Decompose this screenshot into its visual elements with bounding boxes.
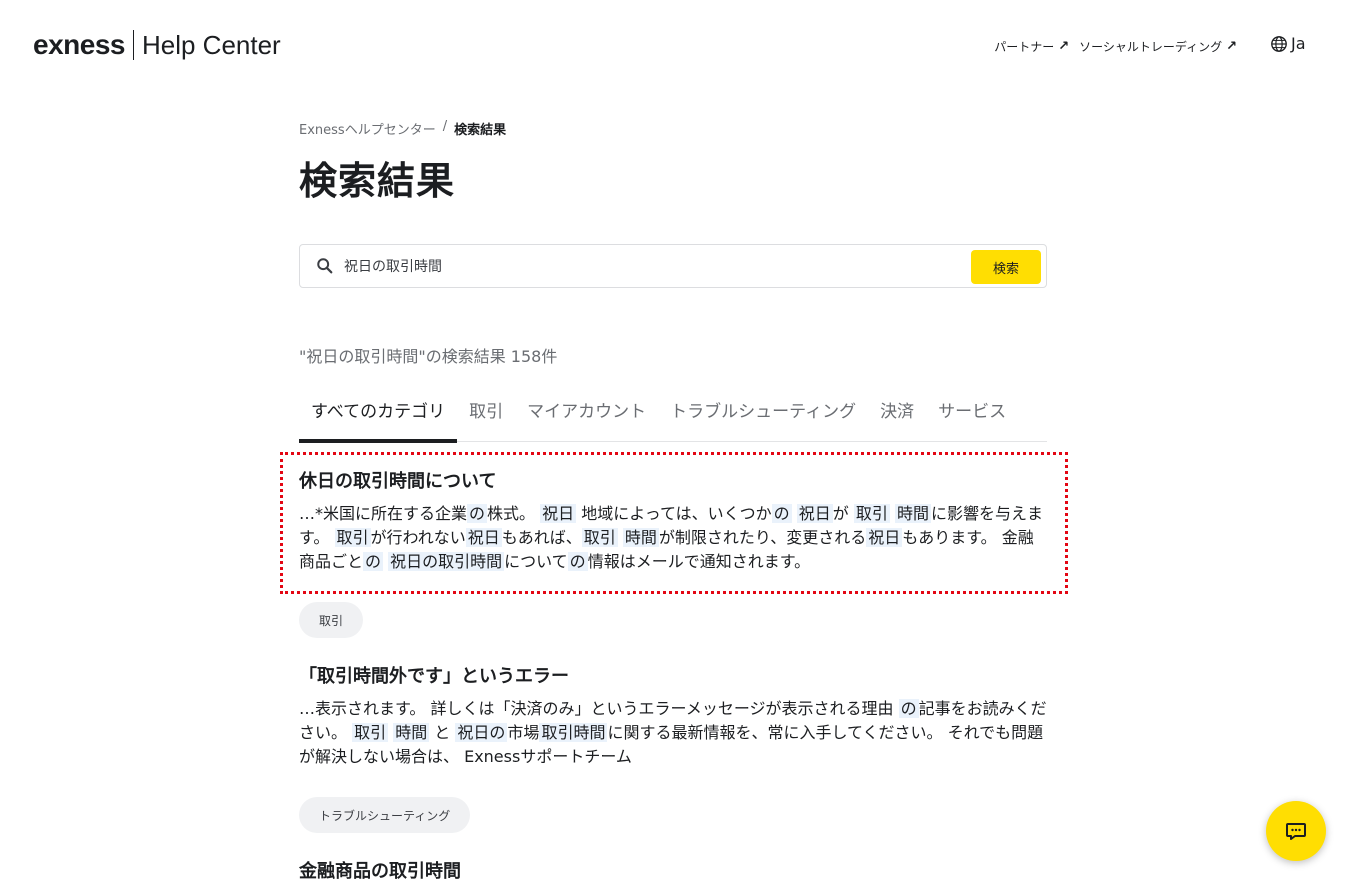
tab-services[interactable]: サービス <box>926 384 1018 442</box>
search-icon <box>317 258 333 274</box>
breadcrumb-separator: / <box>442 119 448 134</box>
result-snippet: …表示されます。 詳しくは「決済のみ」というエラーメッセージが表示される理由 の… <box>299 699 1047 766</box>
tab-my-account[interactable]: マイアカウント <box>515 384 658 442</box>
language-label: Ja <box>1291 34 1306 53</box>
tab-all-categories[interactable]: すべてのカテゴリ <box>299 384 458 443</box>
tab-trading[interactable]: 取引 <box>457 384 515 442</box>
chat-button[interactable] <box>1266 801 1326 861</box>
result-snippet: …*米国に所在する企業の株式。 祝日 地域によっては、いくつかの 祝日が 取引 … <box>299 504 1043 571</box>
top-links: パートナー ↗ ソーシャルトレーディング ↗ <box>994 38 1237 55</box>
page-title: 検索結果 <box>299 159 456 203</box>
chat-icon <box>1286 823 1306 840</box>
search-result: 金融商品の取引時間 <box>299 857 1047 883</box>
partner-link-label: パートナー <box>994 40 1055 54</box>
language-selector[interactable]: Ja <box>1270 34 1306 53</box>
external-arrow-icon: ↗ <box>1058 39 1070 54</box>
logo-subtitle: Help Center <box>141 29 281 60</box>
tab-payments[interactable]: 決済 <box>868 384 926 442</box>
result-title[interactable]: 「取引時間外です」というエラー <box>299 662 1047 688</box>
logo-wordmark: exness <box>33 29 125 60</box>
logo-divider <box>132 30 134 60</box>
search-button[interactable]: 検索 <box>971 250 1041 284</box>
search-result: 休日の取引時間について …*米国に所在する企業の株式。 祝日 地域によっては、い… <box>299 467 1047 574</box>
search-result: 「取引時間外です」というエラー …表示されます。 詳しくは「決済のみ」というエラ… <box>299 662 1047 769</box>
exness-logo[interactable]: exness Help Center <box>33 28 281 62</box>
breadcrumb-current: 検索結果 <box>454 123 507 138</box>
site-header: exness Help Center パートナー ↗ ソーシャルトレーディング … <box>0 0 1345 95</box>
tab-troubleshooting[interactable]: トラブルシューティング <box>658 384 868 442</box>
result-category-tag[interactable]: トラブルシューティング <box>299 797 471 833</box>
search-box: 検索 <box>299 244 1047 288</box>
result-title[interactable]: 金融商品の取引時間 <box>299 857 1047 883</box>
social-trading-link-label: ソーシャルトレーディング <box>1079 40 1223 54</box>
partner-link[interactable]: パートナー ↗ <box>994 38 1069 55</box>
category-tabs: すべてのカテゴリ 取引 マイアカウント トラブルシューティング 決済 サービス <box>299 384 1047 443</box>
result-title[interactable]: 休日の取引時間について <box>299 467 1047 493</box>
globe-icon <box>1271 35 1287 52</box>
breadcrumb-home[interactable]: Exnessヘルプセンター <box>299 119 436 138</box>
external-arrow-icon: ↗ <box>1226 39 1237 54</box>
social-trading-link[interactable]: ソーシャルトレーディング ↗ <box>1079 38 1237 55</box>
result-category-tag[interactable]: 取引 <box>299 602 364 638</box>
search-input[interactable] <box>344 253 944 279</box>
results-count: "祝日の取引時間"の検索結果 158件 <box>299 347 558 366</box>
breadcrumb: Exnessヘルプセンター / 検索結果 <box>299 119 506 138</box>
